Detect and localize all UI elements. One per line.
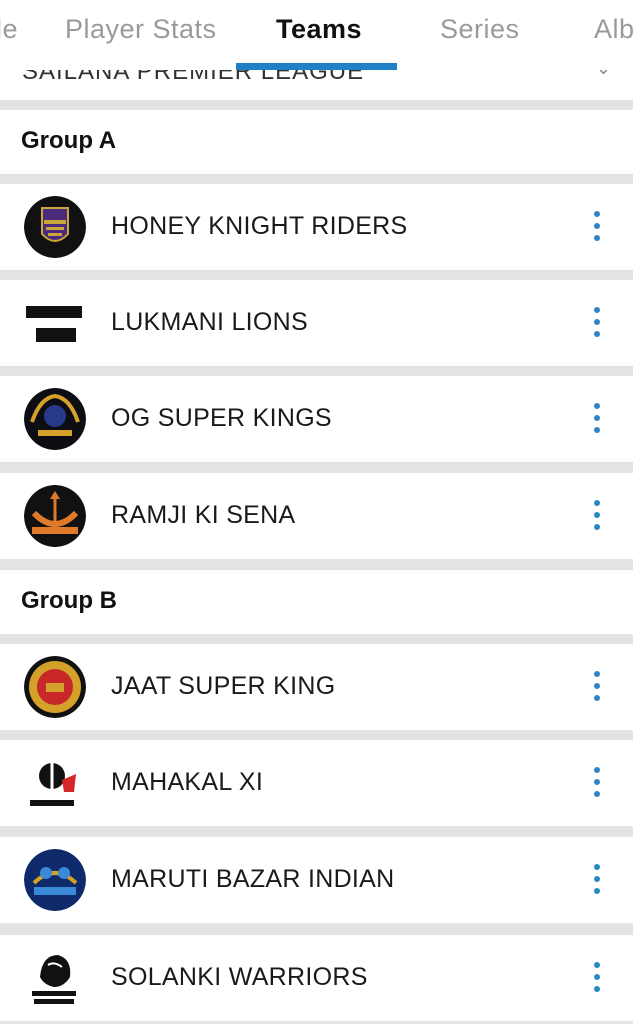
group-title: Group A	[21, 127, 117, 154]
team-row[interactable]: JAAT SUPER KING	[0, 644, 633, 730]
more-options-icon[interactable]	[588, 962, 606, 994]
group-header: Group B	[0, 570, 633, 634]
more-options-icon[interactable]	[588, 671, 606, 703]
og-super-kings-logo	[24, 388, 86, 450]
tab-series[interactable]: Series	[440, 14, 520, 45]
group-title: Group B	[21, 587, 117, 614]
tab-player-stats[interactable]: Player Stats	[65, 14, 217, 45]
team-name: HONEY KNIGHT RIDERS	[111, 212, 408, 240]
league-name: SAILANA PREMIER LEAGUE	[22, 70, 365, 85]
maruti-bazar-indian-logo	[24, 849, 86, 911]
more-options-icon[interactable]	[588, 403, 606, 435]
tab-bar: le Player Stats Teams Series Alb	[0, 0, 633, 70]
team-name: RAMJI KI SENA	[111, 501, 296, 529]
group-header: Group A	[0, 110, 633, 174]
tab-schedule[interactable]: le	[0, 14, 18, 45]
tab-album[interactable]: Alb	[594, 14, 633, 45]
team-row[interactable]: RAMJI KI SENA	[0, 473, 633, 559]
active-tab-indicator	[236, 63, 397, 70]
team-name: MARUTI BAZAR INDIAN	[111, 865, 395, 893]
chevron-down-icon: ⌄	[596, 70, 611, 79]
team-row[interactable]: MARUTI BAZAR INDIAN	[0, 837, 633, 923]
league-selector[interactable]: SAILANA PREMIER LEAGUE ⌄	[0, 70, 633, 100]
honey-knight-riders-logo	[24, 196, 86, 258]
team-name: OG SUPER KINGS	[111, 404, 332, 432]
mahakal-xi-logo	[24, 752, 86, 814]
team-row[interactable]: LUKMANI LIONS	[0, 280, 633, 366]
ramji-ki-sena-logo	[24, 485, 86, 547]
jaat-super-king-logo	[24, 656, 86, 718]
more-options-icon[interactable]	[588, 864, 606, 896]
team-row[interactable]: HONEY KNIGHT RIDERS	[0, 184, 633, 270]
more-options-icon[interactable]	[588, 767, 606, 799]
lukmani-lions-logo	[24, 292, 86, 354]
team-row[interactable]: OG SUPER KINGS	[0, 376, 633, 462]
team-name: MAHAKAL XI	[111, 768, 264, 796]
team-row[interactable]: MAHAKAL XI	[0, 740, 633, 826]
team-name: JAAT SUPER KING	[111, 672, 336, 700]
team-name: SOLANKI WARRIORS	[111, 963, 368, 991]
tab-teams[interactable]: Teams	[276, 14, 362, 45]
more-options-icon[interactable]	[588, 211, 606, 243]
team-name: LUKMANI LIONS	[111, 308, 309, 336]
solanki-warriors-logo	[24, 947, 86, 1009]
team-row[interactable]: SOLANKI WARRIORS	[0, 935, 633, 1021]
more-options-icon[interactable]	[588, 500, 606, 532]
more-options-icon[interactable]	[588, 307, 606, 339]
